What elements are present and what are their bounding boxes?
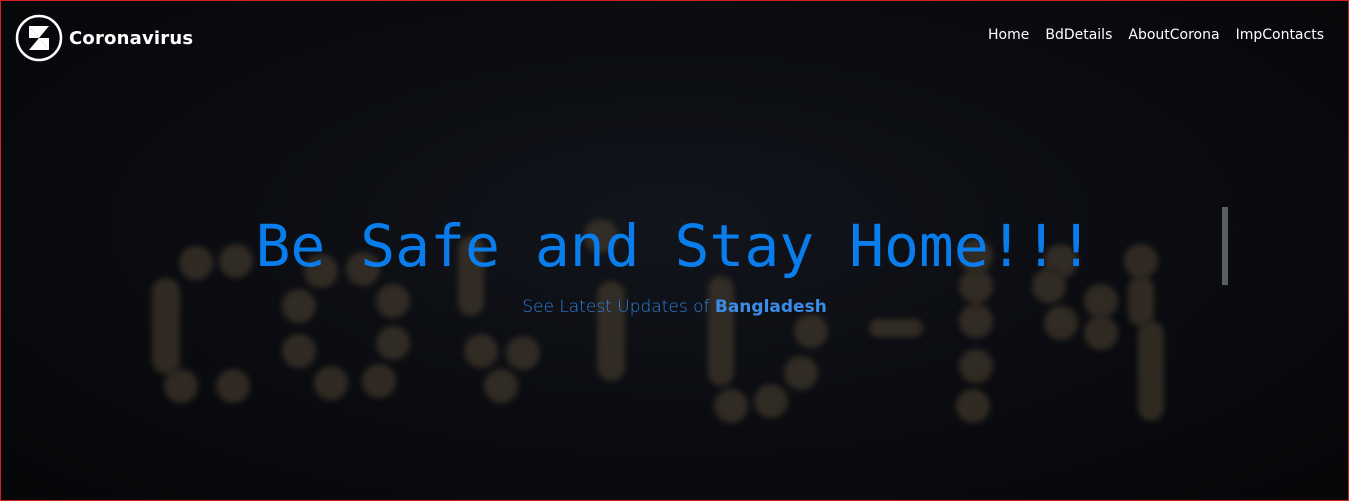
pill-tablet — [1083, 315, 1119, 351]
pill-capsule — [151, 277, 181, 375]
nav-item-aboutcorona[interactable]: AboutCorona — [1128, 27, 1219, 43]
pill-tablet — [955, 388, 991, 424]
pill-capsule — [596, 280, 626, 382]
pill-tablet — [483, 368, 519, 404]
pill-tablet — [793, 313, 829, 349]
nav-item-bddetails[interactable]: BdDetails — [1045, 27, 1112, 43]
pill-tablet — [463, 333, 499, 369]
page-frame: Coronavirus Home BdDetails AboutCorona I… — [0, 0, 1349, 501]
pill-tablet — [361, 363, 397, 399]
pill-tablet — [163, 368, 199, 404]
pill-tablet — [958, 348, 994, 384]
brand[interactable]: Coronavirus — [15, 14, 193, 62]
pill-capsule — [707, 275, 735, 387]
hero-subtitle-prefix: See Latest Updates of — [522, 297, 710, 317]
hero-subtitle-country[interactable]: Bangladesh — [715, 297, 827, 317]
pill-tablet — [505, 335, 541, 371]
hero-subtitle: See Latest Updates of Bangladesh — [1, 297, 1348, 317]
brand-name: Coronavirus — [69, 27, 194, 49]
typing-cursor — [1222, 207, 1228, 285]
hero-title: Be Safe and Stay Home!!! — [255, 212, 1094, 280]
pill-tablet — [753, 383, 789, 419]
pill-tablet — [313, 365, 349, 401]
triangle-hexagon-logo-icon — [15, 14, 63, 62]
pill-tablet — [281, 333, 317, 369]
nav-links: Home BdDetails AboutCorona ImpContacts — [988, 27, 1324, 43]
nav-item-home[interactable]: Home — [988, 27, 1029, 43]
navbar: Coronavirus Home BdDetails AboutCorona I… — [1, 1, 1348, 73]
pill-capsule — [1137, 320, 1165, 422]
pill-tablet — [783, 355, 819, 391]
nav-item-impcontacts[interactable]: ImpContacts — [1236, 27, 1324, 43]
pill-dash — [868, 318, 924, 338]
pill-tablet — [713, 388, 749, 424]
pill-tablet — [215, 368, 251, 404]
pill-tablet — [375, 325, 411, 361]
